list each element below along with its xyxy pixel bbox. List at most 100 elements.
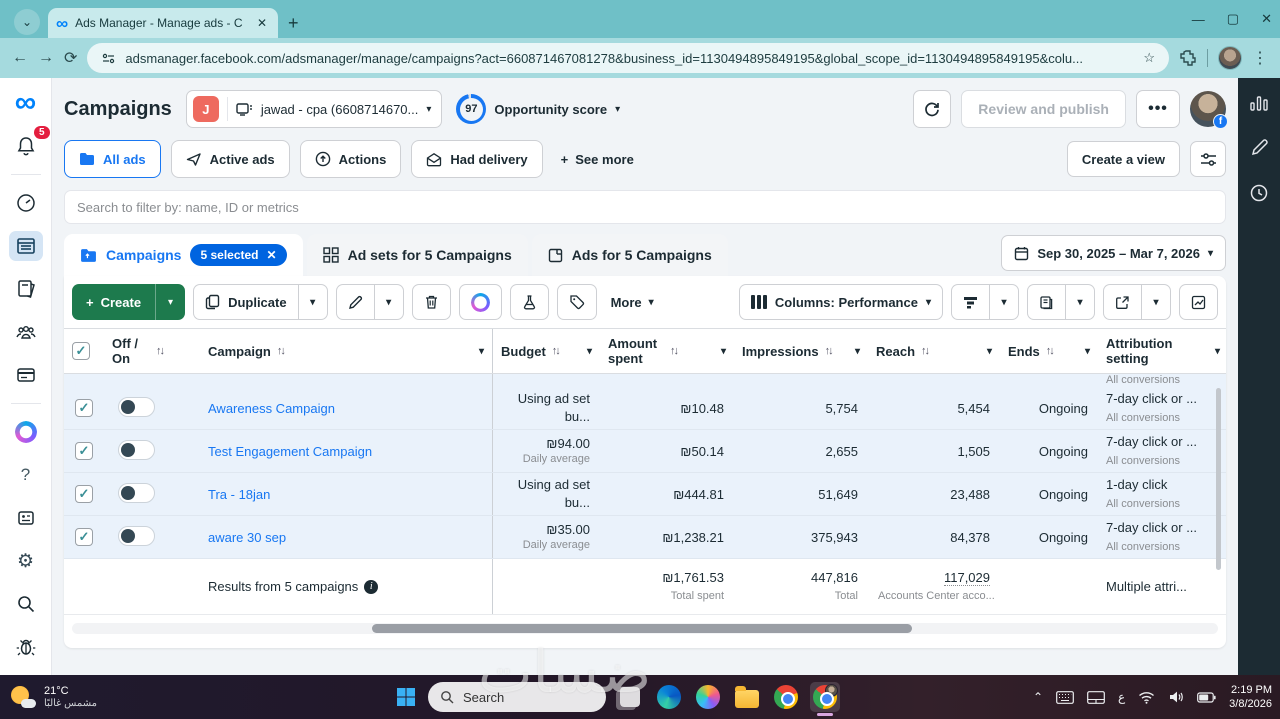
keyboard-icon[interactable] (1056, 690, 1074, 704)
clear-selection-icon[interactable]: ✕ (267, 248, 277, 262)
filter-all-ads[interactable]: All ads (64, 140, 161, 178)
reports-button[interactable] (1027, 284, 1065, 320)
edit-pencil-icon[interactable] (1250, 138, 1269, 157)
off-on-toggle[interactable] (118, 482, 155, 503)
export-button[interactable] (1103, 284, 1141, 320)
campaign-name-link[interactable]: Tra - 18jan (200, 487, 492, 502)
notifications-bell-icon[interactable]: 5 (9, 126, 50, 161)
ad-account-selector[interactable]: J jawad - cpa (6608714670... ▾ (185, 90, 443, 128)
audiences-icon[interactable] (9, 317, 43, 347)
tab-campaigns[interactable]: Campaigns 5 selected ✕ (64, 234, 303, 276)
header-off-on[interactable]: Off / On ↑↓ (104, 329, 200, 373)
off-on-toggle[interactable] (118, 439, 155, 460)
filter-caret-icon[interactable]: ▾ (1085, 346, 1090, 357)
taskbar-search[interactable]: Search (428, 682, 606, 712)
wifi-icon[interactable] (1138, 691, 1155, 704)
speaker-icon[interactable] (1168, 690, 1184, 704)
sort-icon[interactable]: ↑↓ (825, 345, 834, 357)
address-bar[interactable]: adsmanager.facebook.com/adsmanager/manag… (87, 43, 1169, 73)
settings-gear-icon[interactable]: ⚙ (9, 546, 43, 576)
search-input[interactable] (77, 199, 1213, 215)
breakdown-button[interactable] (951, 284, 989, 320)
search-nav-icon[interactable] (9, 589, 43, 619)
filter-actions[interactable]: Actions (299, 140, 402, 178)
account-overview-gauge-icon[interactable] (9, 188, 43, 218)
row-checkbox[interactable] (75, 399, 93, 417)
browser-tab[interactable]: ∞ Ads Manager - Manage ads - C ✕ (48, 8, 278, 38)
info-icon[interactable]: i (364, 579, 379, 594)
more-options-button[interactable]: ••• (1136, 90, 1180, 128)
off-on-toggle[interactable] (118, 396, 155, 417)
close-window-icon[interactable]: ✕ (1261, 11, 1272, 27)
bookmark-star-icon[interactable]: ☆ (1143, 50, 1155, 66)
back-icon[interactable]: ← (12, 49, 28, 67)
campaign-name-link[interactable]: Test Engagement Campaign (200, 444, 492, 459)
meta-logo[interactable]: ∞ (9, 88, 43, 118)
filter-active-ads[interactable]: Active ads (170, 140, 290, 178)
language-indicator[interactable]: ع (1118, 690, 1125, 704)
weather-widget[interactable]: 21°C مشمس غالبًا (0, 684, 107, 710)
header-ends[interactable]: Ends ↑↓ ▾ (1000, 329, 1098, 373)
delete-button[interactable] (411, 284, 451, 320)
breakdown-dropdown-button[interactable]: ▾ (989, 284, 1019, 320)
touchpad-icon[interactable] (1087, 690, 1105, 704)
selected-count-badge[interactable]: 5 selected ✕ (190, 244, 287, 266)
user-avatar[interactable]: f (1190, 91, 1228, 129)
create-a-view-button[interactable]: Create a view (1066, 141, 1180, 177)
create-dropdown-button[interactable]: ▾ (155, 284, 186, 320)
reports-dropdown-button[interactable]: ▾ (1065, 284, 1095, 320)
billing-icon[interactable] (9, 360, 43, 390)
duplicate-button[interactable]: Duplicate (193, 284, 298, 320)
meta-ai-button[interactable] (458, 284, 502, 320)
horizontal-scrollbar-thumb[interactable] (372, 624, 912, 633)
filter-caret-icon[interactable]: ▾ (721, 346, 726, 357)
ads-reporting-icon[interactable] (9, 274, 43, 304)
taskbar-clock[interactable]: 2:19 PM 3/8/2026 (1229, 683, 1272, 712)
campaign-name-link[interactable]: aware 30 sep (200, 530, 492, 545)
history-clock-icon[interactable] (1249, 183, 1269, 203)
file-explorer-taskbar-icon[interactable] (732, 682, 762, 712)
opportunity-score[interactable]: 97 Opportunity score ▾ (456, 94, 620, 124)
filter-caret-icon[interactable]: ▾ (1215, 346, 1220, 357)
review-and-publish-button[interactable]: Review and publish (961, 90, 1126, 128)
filter-caret-icon[interactable]: ▾ (855, 346, 860, 357)
campaigns-nav-icon[interactable] (8, 231, 43, 261)
site-settings-icon[interactable] (101, 51, 116, 66)
chrome-taskbar-icon[interactable] (771, 682, 801, 712)
copilot-taskbar-icon[interactable] (693, 682, 723, 712)
total-reach-value[interactable]: 117,029 (943, 569, 990, 586)
task-view-button[interactable] (615, 682, 645, 712)
sort-icon[interactable]: ↑↓ (1046, 345, 1055, 357)
row-checkbox[interactable] (75, 485, 93, 503)
tag-button[interactable] (556, 284, 597, 320)
create-button[interactable]: + Create (72, 284, 156, 320)
minimize-icon[interactable]: — (1192, 12, 1205, 27)
insights-chart-icon[interactable] (1249, 94, 1269, 112)
header-budget[interactable]: Budget ↑↓ ▾ (492, 329, 600, 373)
start-button[interactable] (393, 684, 419, 710)
filter-had-delivery[interactable]: Had delivery (411, 140, 543, 178)
header-attribution[interactable]: Attribution setting ▾ (1098, 329, 1228, 373)
more-dropdown[interactable]: More ▾ (605, 295, 660, 310)
url-text[interactable]: adsmanager.facebook.com/adsmanager/manag… (125, 51, 1134, 66)
campaign-name-link[interactable]: Awareness Campaign (200, 401, 492, 416)
battery-icon[interactable] (1197, 691, 1216, 703)
sort-icon[interactable]: ↑↓ (552, 345, 561, 357)
row-checkbox[interactable] (75, 528, 93, 546)
tab-ad-sets[interactable]: Ad sets for 5 Campaigns (306, 234, 528, 276)
tab-search-chevron-icon[interactable]: ⌄ (14, 9, 40, 35)
filter-caret-icon[interactable]: ▾ (587, 346, 592, 357)
sort-icon[interactable]: ↑↓ (921, 345, 930, 357)
edit-button[interactable] (335, 284, 374, 320)
tab-close-icon[interactable]: ✕ (254, 16, 270, 30)
header-campaign[interactable]: Campaign ↑↓ ▾ (200, 329, 492, 373)
edit-dropdown-button[interactable]: ▾ (373, 284, 404, 320)
forward-icon[interactable]: → (38, 49, 54, 67)
vertical-scrollbar-thumb[interactable] (1216, 388, 1221, 570)
sort-icon[interactable]: ↑↓ (277, 345, 286, 357)
duplicate-dropdown-button[interactable]: ▾ (297, 284, 328, 320)
date-range-picker[interactable]: Sep 30, 2025 – Mar 7, 2026 ▾ (1001, 235, 1226, 271)
filter-settings-button[interactable] (1190, 141, 1226, 177)
filter-caret-icon[interactable]: ▾ (987, 346, 992, 357)
select-all-checkbox[interactable] (72, 342, 90, 360)
